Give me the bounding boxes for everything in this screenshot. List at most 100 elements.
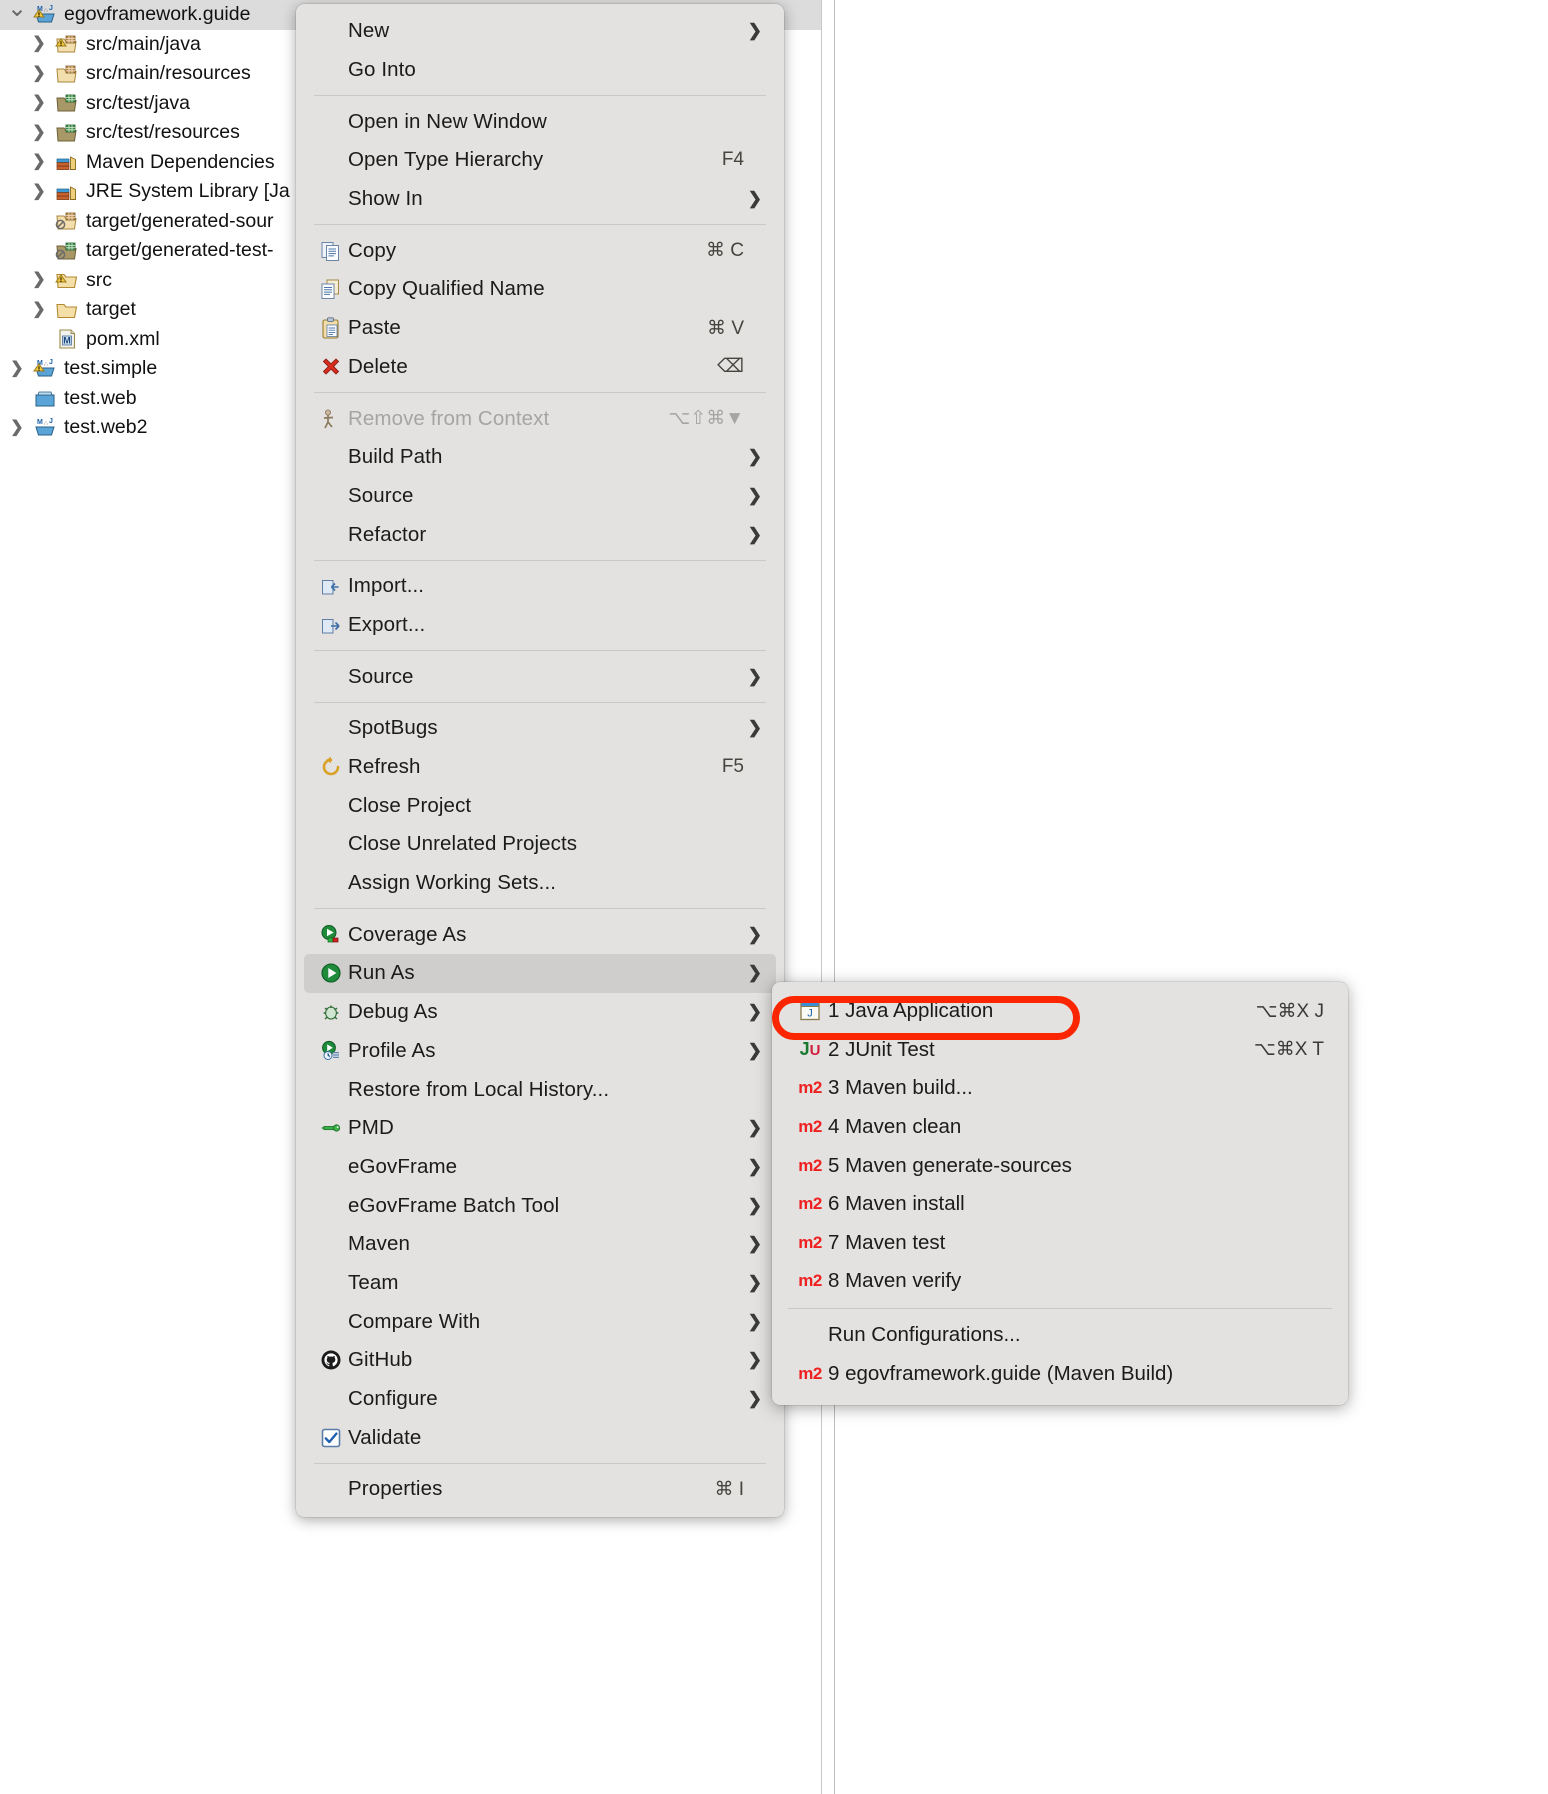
submenu-item-9-egovframework-guide-maven-build[interactable]: m2 9 egovframework.guide (Maven Build) (780, 1354, 1340, 1393)
menu-item-label: Debug As (348, 1000, 438, 1024)
menu-item-label: GitHub (348, 1348, 413, 1372)
menu-item-label: Show In (348, 187, 423, 211)
folder-icon (52, 298, 82, 322)
chevron-right-icon: ❯ (747, 1002, 762, 1022)
menu-item-source[interactable]: Source ❯ (304, 657, 776, 696)
submenu-item-7-maven-test[interactable]: m2 7 Maven test (780, 1224, 1340, 1263)
menu-item-team[interactable]: Team ❯ (304, 1264, 776, 1303)
menu-item-label: New (348, 19, 390, 43)
menu-item-profile-as[interactable]: Profile As ❯ (304, 1032, 776, 1071)
menu-item-run-as[interactable]: Run As ❯ (304, 954, 776, 993)
menu-item-configure[interactable]: Configure ❯ (304, 1380, 776, 1419)
menu-item-show-in[interactable]: Show In ❯ (304, 180, 776, 219)
excluded-source-folder-icon (52, 209, 82, 233)
submenu-item-4-maven-clean[interactable]: m2 4 Maven clean (780, 1108, 1340, 1147)
tree-item-label: target (86, 298, 136, 321)
menu-item-remove-from-context: Remove from Context ⌥⇧⌘▼ (304, 399, 776, 438)
tree-twisty-closed-icon[interactable] (26, 95, 52, 111)
menu-separator (314, 908, 766, 910)
delete-icon (314, 355, 348, 379)
menu-item-source[interactable]: Source ❯ (304, 477, 776, 516)
menu-item-label: Team (348, 1270, 399, 1294)
menu-item-open-type-hierarchy[interactable]: Open Type Hierarchy F4 (304, 141, 776, 180)
menu-item-properties[interactable]: Properties ⌘ I (304, 1470, 776, 1509)
tree-twisty-closed-icon[interactable] (26, 154, 52, 170)
menu-item-pmd[interactable]: PMD ❯ (304, 1109, 776, 1148)
menu-item-spotbugs[interactable]: SpotBugs ❯ (304, 709, 776, 748)
menu-item-go-into[interactable]: Go Into (304, 51, 776, 90)
menu-item-label: Close Unrelated Projects (348, 832, 578, 856)
menu-item-build-path[interactable]: Build Path ❯ (304, 438, 776, 477)
export-icon (314, 613, 348, 637)
profile-as-icon (314, 1039, 348, 1063)
menu-item-shortcut: F5 (721, 756, 744, 778)
submenu-item-8-maven-verify[interactable]: m2 8 Maven verify (780, 1262, 1340, 1301)
menu-item-label: eGovFrame Batch Tool (348, 1193, 560, 1217)
submenu-item-3-maven-build[interactable]: m2 3 Maven build... (780, 1069, 1340, 1108)
menu-item-restore-from-local-history[interactable]: Restore from Local History... (304, 1070, 776, 1109)
tree-item-label: target/generated-sour (86, 209, 274, 232)
m2-icon: m2 (798, 1363, 822, 1383)
submenu-item-label: 8 Maven verify (828, 1269, 962, 1293)
tree-twisty-closed-icon[interactable] (4, 420, 30, 436)
menu-item-coverage-as[interactable]: Coverage As ❯ (304, 915, 776, 954)
tree-twisty-closed-icon[interactable] (26, 36, 52, 52)
project-context-menu[interactable]: New ❯ Go Into Open in New Window Open Type H… (296, 4, 784, 1517)
menu-item-label: Source (348, 664, 414, 688)
tree-twisty-closed-icon[interactable] (26, 302, 52, 318)
tree-twisty-closed-icon[interactable] (26, 272, 52, 288)
menu-item-assign-working-sets[interactable]: Assign Working Sets... (304, 864, 776, 903)
menu-item-label: PMD (348, 1116, 394, 1140)
menu-item-github[interactable]: GitHub ❯ (304, 1341, 776, 1380)
menu-item-paste[interactable]: Paste ⌘ V (304, 309, 776, 348)
tree-twisty-open-icon[interactable] (4, 3, 30, 27)
menu-item-copy-qualified-name[interactable]: Copy Qualified Name (304, 270, 776, 309)
submenu-item-run-configurations[interactable]: Run Configurations... (780, 1316, 1340, 1355)
menu-item-refresh[interactable]: Refresh F5 (304, 748, 776, 787)
menu-item-delete[interactable]: Delete ⌫ (304, 348, 776, 387)
chevron-right-icon: ❯ (747, 1311, 762, 1331)
submenu-item-5-maven-generate-sources[interactable]: m2 5 Maven generate-sources (780, 1146, 1340, 1185)
menu-item-close-project[interactable]: Close Project (304, 786, 776, 825)
menu-item-validate[interactable]: Validate (304, 1418, 776, 1457)
tree-item-label: egovframework.guide (64, 3, 251, 26)
menu-item-import[interactable]: Import... (304, 567, 776, 606)
menu-item-debug-as[interactable]: Debug As ❯ (304, 993, 776, 1032)
menu-item-label: Import... (348, 574, 425, 598)
menu-item-new[interactable]: New ❯ (304, 12, 776, 51)
submenu-item-label: 6 Maven install (828, 1192, 965, 1216)
menu-item-close-unrelated-projects[interactable]: Close Unrelated Projects (304, 825, 776, 864)
tree-item-label: Maven Dependencies (86, 150, 275, 173)
menu-item-maven[interactable]: Maven ❯ (304, 1225, 776, 1264)
submenu-item-shortcut: ⌥⌘X J (1255, 1000, 1324, 1022)
menu-item-compare-with[interactable]: Compare With ❯ (304, 1302, 776, 1341)
submenu-item-6-maven-install[interactable]: m2 6 Maven install (780, 1185, 1340, 1224)
menu-item-open-in-new-window[interactable]: Open in New Window (304, 102, 776, 141)
tree-item-label: JRE System Library [Ja (86, 180, 290, 203)
tree-item-label: pom.xml (86, 327, 160, 350)
library-icon (52, 180, 82, 204)
run-as-submenu[interactable]: J 1 Java Application ⌥⌘X J JU 2 JUnit Test ⌥⌘… (772, 982, 1348, 1405)
svg-text:∴: ∴ (44, 421, 48, 427)
tree-twisty-closed-icon[interactable] (26, 125, 52, 141)
tree-item-label: test.web (64, 386, 137, 409)
tree-twisty-closed-icon[interactable] (26, 184, 52, 200)
remove-context-icon (314, 407, 348, 431)
menu-item-copy[interactable]: Copy ⌘ C (304, 231, 776, 270)
tree-twisty-closed-icon[interactable] (4, 361, 30, 377)
menu-item-export[interactable]: Export... (304, 606, 776, 645)
menu-item-egovframe[interactable]: eGovFrame ❯ (304, 1148, 776, 1187)
tree-item-label: target/generated-test- (86, 239, 274, 262)
submenu-item-2-junit-test[interactable]: JU 2 JUnit Test ⌥⌘X T (780, 1031, 1340, 1070)
chevron-right-icon: ❯ (747, 1156, 762, 1176)
menu-item-label: Restore from Local History... (348, 1077, 610, 1101)
menu-item-label: Refresh (348, 755, 421, 779)
menu-item-egovframe-batch-tool[interactable]: eGovFrame Batch Tool ❯ (304, 1186, 776, 1225)
coverage-as-icon (314, 923, 348, 947)
github-icon (314, 1348, 348, 1372)
tree-twisty-closed-icon[interactable] (26, 66, 52, 82)
menu-item-refactor[interactable]: Refactor ❯ (304, 515, 776, 554)
copy-qualified-icon (314, 277, 348, 301)
menu-item-label: Maven (348, 1232, 411, 1256)
submenu-item-1-java-application[interactable]: J 1 Java Application ⌥⌘X J (780, 992, 1340, 1031)
